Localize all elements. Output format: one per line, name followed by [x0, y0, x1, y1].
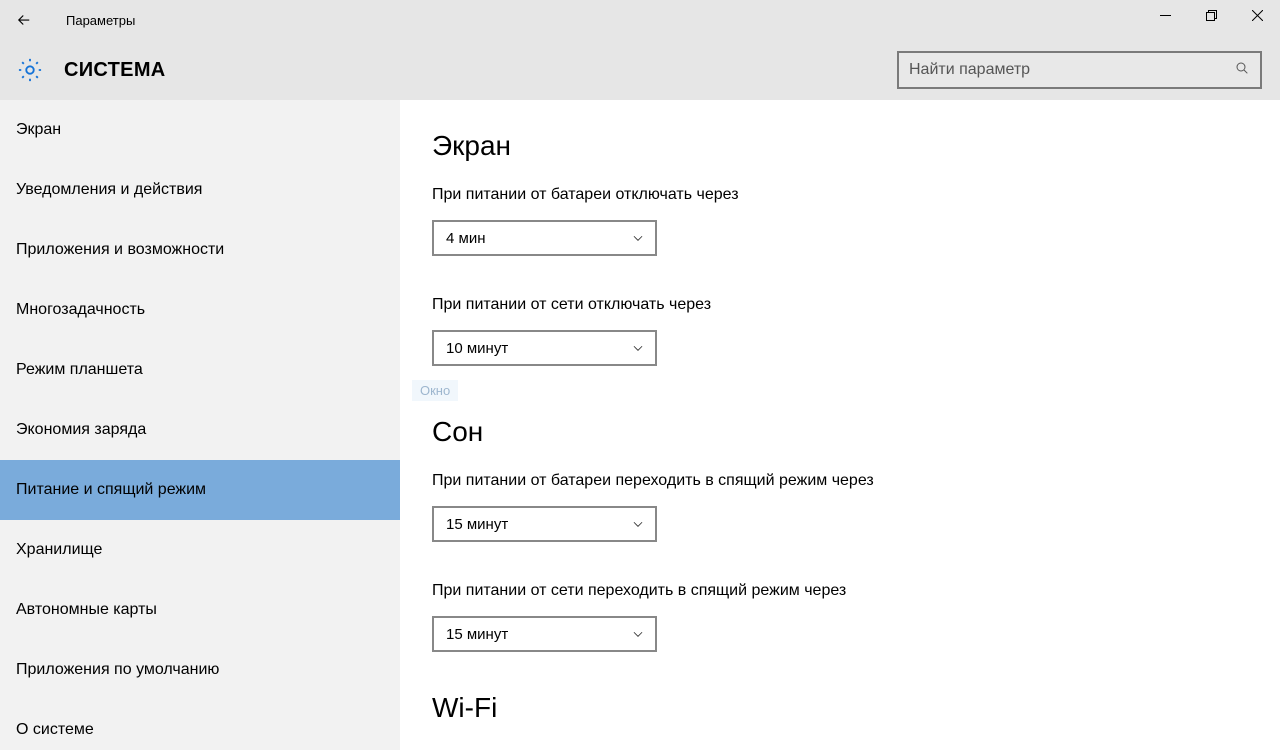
sleep-battery-dropdown[interactable]: 15 минут — [432, 506, 657, 542]
header: СИСТЕМА — [0, 40, 1280, 100]
minimize-icon — [1160, 10, 1171, 21]
back-button[interactable] — [0, 0, 48, 40]
sidebar-item-4[interactable]: Режим планшета — [0, 340, 400, 400]
minimize-button[interactable] — [1142, 0, 1188, 30]
sidebar-item-0[interactable]: Экран — [0, 100, 400, 160]
page-category-title: СИСТЕМА — [64, 59, 166, 82]
screen-battery-dropdown[interactable]: 4 мин — [432, 220, 657, 256]
sleep-ac-label: При питании от сети переходить в спящий … — [432, 582, 1280, 600]
sidebar-item-7[interactable]: Хранилище — [0, 520, 400, 580]
sidebar-item-1[interactable]: Уведомления и действия — [0, 160, 400, 220]
maximize-button[interactable] — [1188, 0, 1234, 30]
sidebar-item-2[interactable]: Приложения и возможности — [0, 220, 400, 280]
window-controls — [1142, 0, 1280, 30]
chevron-down-icon — [631, 341, 645, 355]
sidebar-item-6[interactable]: Питание и спящий режим — [0, 460, 400, 520]
arrow-left-icon — [15, 11, 33, 29]
sleep-battery-label: При питании от батареи переходить в спящ… — [432, 472, 1280, 490]
search-input[interactable] — [909, 61, 1234, 79]
sleep-battery-value: 15 минут — [446, 516, 508, 533]
maximize-icon — [1206, 10, 1217, 21]
sidebar: ЭкранУведомления и действияПриложения и … — [0, 100, 400, 750]
section-title-screen: Экран — [432, 130, 1280, 162]
titlebar: Параметры — [0, 0, 1280, 40]
content: Экран При питании от батареи отключать ч… — [400, 100, 1280, 750]
sidebar-item-5[interactable]: Экономия заряда — [0, 400, 400, 460]
screen-battery-label: При питании от батареи отключать через — [432, 186, 1280, 204]
sidebar-item-9[interactable]: Приложения по умолчанию — [0, 640, 400, 700]
close-button[interactable] — [1234, 0, 1280, 30]
chevron-down-icon — [631, 231, 645, 245]
close-icon — [1252, 10, 1263, 21]
screen-ac-label: При питании от сети отключать через — [432, 296, 1280, 314]
chevron-down-icon — [631, 517, 645, 531]
window-title: Параметры — [66, 13, 135, 28]
search-box[interactable] — [897, 51, 1262, 89]
screen-ac-value: 10 минут — [446, 340, 508, 357]
section-title-sleep: Сон — [432, 416, 1280, 448]
chevron-down-icon — [631, 627, 645, 641]
sidebar-item-3[interactable]: Многозадачность — [0, 280, 400, 340]
sleep-ac-dropdown[interactable]: 15 минут — [432, 616, 657, 652]
sidebar-item-8[interactable]: Автономные карты — [0, 580, 400, 640]
sidebar-item-10[interactable]: О системе — [0, 700, 400, 750]
search-icon — [1234, 60, 1250, 81]
screen-battery-value: 4 мин — [446, 230, 486, 247]
sleep-ac-value: 15 минут — [446, 626, 508, 643]
screen-ac-dropdown[interactable]: 10 минут — [432, 330, 657, 366]
gear-icon — [16, 56, 44, 84]
section-title-wifi: Wi-Fi — [432, 692, 1280, 724]
